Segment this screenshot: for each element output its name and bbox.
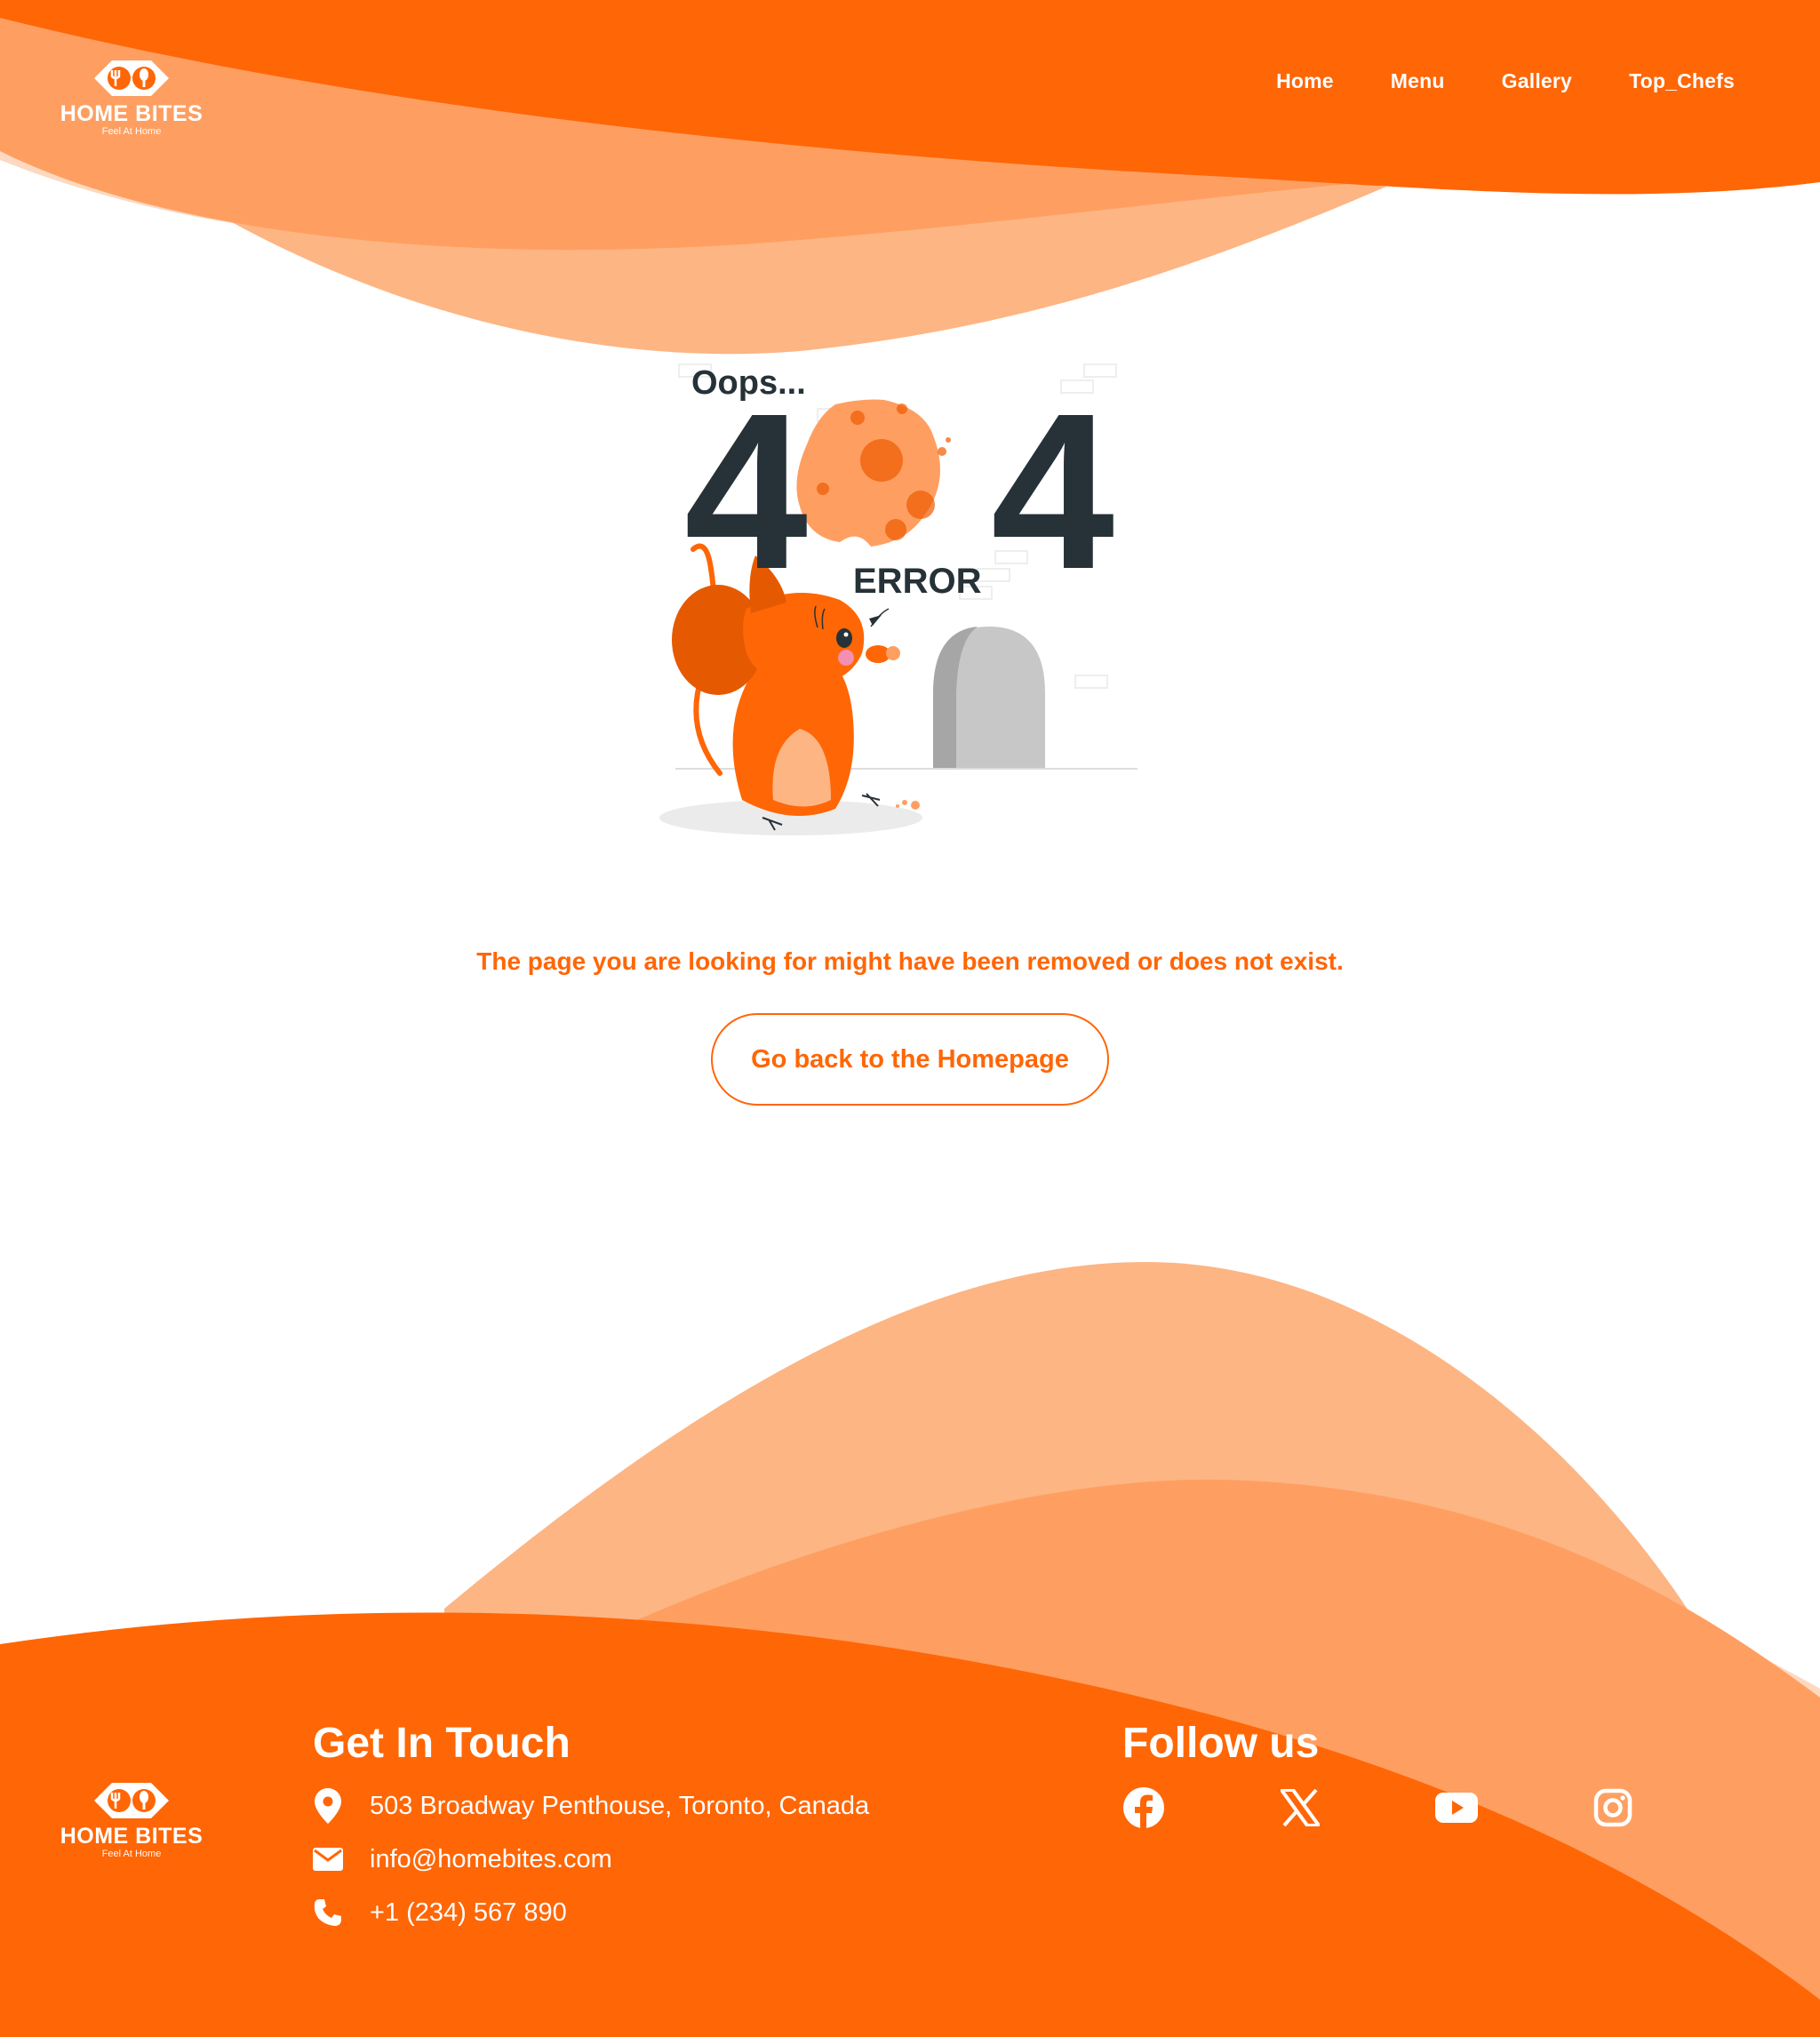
youtube-icon[interactable] — [1435, 1786, 1478, 1829]
instagram-icon[interactable] — [1592, 1786, 1634, 1829]
error-404-illustration: Oops... 4 4 ERROR — [658, 355, 1155, 853]
envelope-icon — [313, 1841, 343, 1877]
contact-address: 503 Broadway Penthouse, Toronto, Canada — [313, 1788, 869, 1824]
error-code-left-digit: 4 — [684, 367, 808, 615]
social-links — [1122, 1786, 1634, 1829]
nav-menu[interactable]: Menu — [1391, 69, 1445, 93]
location-pin-icon — [313, 1788, 343, 1824]
phone-text[interactable]: +1 (234) 567 890 — [370, 1898, 567, 1928]
email-link[interactable]: info@homebites.com — [370, 1845, 612, 1874]
header-logo[interactable]: HOME BITES Feel At Home — [43, 55, 220, 137]
logo-mark-icon — [94, 1783, 169, 1818]
brand-tagline: Feel At Home — [101, 1849, 162, 1859]
phone-icon — [313, 1895, 343, 1930]
nav-gallery[interactable]: Gallery — [1502, 69, 1572, 93]
main-nav: Home Menu Gallery Top_Chefs — [1276, 69, 1735, 93]
contact-phone[interactable]: +1 (234) 567 890 — [313, 1895, 567, 1930]
footer-logo[interactable]: HOME BITES Feel At Home — [43, 1777, 220, 1859]
nav-home[interactable]: Home — [1276, 69, 1334, 93]
contact-heading: Get In Touch — [313, 1720, 571, 1767]
nav-top-chefs[interactable]: Top_Chefs — [1629, 69, 1735, 93]
address-text: 503 Broadway Penthouse, Toronto, Canada — [370, 1791, 870, 1820]
follow-heading: Follow us — [1122, 1720, 1320, 1767]
error-code-right-digit: 4 — [991, 367, 1114, 615]
facebook-icon[interactable] — [1122, 1786, 1165, 1829]
error-message: The page you are looking for might have … — [476, 947, 1344, 975]
x-twitter-icon[interactable] — [1279, 1786, 1321, 1829]
brand-name: HOME BITES — [60, 1824, 204, 1849]
brand-name: HOME BITES — [60, 101, 204, 126]
contact-email[interactable]: info@homebites.com — [313, 1841, 612, 1877]
go-home-button[interactable]: Go back to the Homepage — [711, 1013, 1109, 1106]
brand-tagline: Feel At Home — [101, 126, 162, 137]
error-label: ERROR — [853, 562, 982, 601]
logo-mark-icon — [94, 60, 169, 96]
